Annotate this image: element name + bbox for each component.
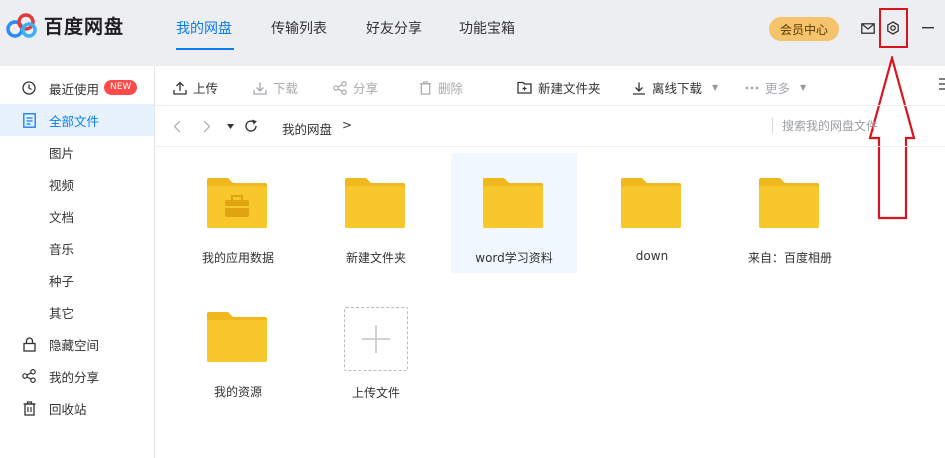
top-bar: 百度网盘 我的网盘 传输列表 好友分享 功能宝箱 会员中心 bbox=[0, 0, 945, 66]
sidebar-item-label: 种子 bbox=[49, 273, 75, 289]
chevron-down-icon: ▼ bbox=[800, 83, 807, 92]
sidebar-item-label: 音乐 bbox=[49, 241, 75, 257]
sidebar-item-label: 图片 bbox=[49, 145, 75, 161]
new-folder-label: 新建文件夹 bbox=[538, 81, 601, 96]
tab-transfer-list[interactable]: 传输列表 bbox=[271, 18, 327, 38]
tab-my-disk[interactable]: 我的网盘 bbox=[176, 18, 232, 38]
sidebar-item-label: 回收站 bbox=[49, 401, 87, 417]
share-label: 分享 bbox=[353, 81, 379, 96]
sidebar-item-music[interactable]: 音乐 bbox=[0, 232, 154, 264]
mail-icon[interactable] bbox=[859, 19, 877, 37]
download-button[interactable]: 下载 bbox=[253, 78, 298, 97]
highlight-box bbox=[879, 8, 908, 48]
file-tile[interactable]: word学习资料 bbox=[451, 153, 577, 273]
sidebar: 最近使用 NEW 全部文件 图片 视频 文档 音乐 种子 其它 隐藏空间 我的分… bbox=[0, 66, 155, 458]
upload-label: 上传 bbox=[193, 81, 219, 96]
more-icon bbox=[745, 86, 759, 89]
offline-download-label: 离线下载 bbox=[652, 81, 703, 96]
more-label: 更多 bbox=[765, 81, 791, 96]
forward-icon[interactable] bbox=[199, 118, 215, 134]
breadcrumb-separator: > bbox=[342, 118, 353, 132]
share-icon bbox=[20, 367, 38, 385]
delete-label: 删除 bbox=[438, 81, 464, 96]
offline-download-button[interactable]: 离线下载 ▼ bbox=[632, 78, 718, 97]
upload-file-label: 上传文件 bbox=[351, 386, 400, 400]
offline-download-icon bbox=[633, 82, 645, 95]
active-tab-indicator bbox=[176, 48, 234, 50]
file-name: 我的资源 bbox=[213, 385, 262, 399]
divider bbox=[772, 118, 773, 134]
sidebar-item-label: 文档 bbox=[49, 209, 75, 225]
sidebar-item-torrents[interactable]: 种子 bbox=[0, 264, 154, 296]
file-name: 新建文件夹 bbox=[345, 251, 406, 265]
sidebar-item-other[interactable]: 其它 bbox=[0, 296, 154, 328]
upload-file-tile[interactable] bbox=[344, 307, 408, 371]
clock-icon bbox=[20, 79, 38, 97]
sidebar-item-all-files[interactable]: 全部文件 bbox=[0, 104, 154, 136]
back-icon[interactable] bbox=[169, 118, 185, 134]
file-icon bbox=[20, 111, 38, 129]
sidebar-item-recycle-bin[interactable]: 回收站 bbox=[0, 392, 154, 424]
refresh-icon[interactable] bbox=[243, 118, 259, 134]
lock-icon bbox=[20, 335, 38, 353]
tab-friend-share[interactable]: 好友分享 bbox=[366, 18, 422, 38]
sidebar-item-label: 全部文件 bbox=[49, 113, 100, 129]
file-tile[interactable]: 来自：百度相册 bbox=[727, 153, 853, 273]
download-icon bbox=[253, 82, 267, 95]
file-name: down bbox=[635, 249, 669, 263]
file-tile[interactable]: 新建文件夹 bbox=[313, 153, 439, 273]
path-bar: 我的网盘 > bbox=[155, 106, 945, 147]
new-folder-icon bbox=[517, 81, 532, 94]
upload-icon bbox=[173, 81, 187, 95]
folder-icon bbox=[207, 312, 267, 362]
tab-toolbox[interactable]: 功能宝箱 bbox=[459, 18, 515, 38]
folder-icon bbox=[483, 178, 543, 228]
brand-name: 百度网盘 bbox=[44, 16, 125, 38]
sidebar-item-documents[interactable]: 文档 bbox=[0, 200, 154, 232]
vip-center-button[interactable]: 会员中心 bbox=[769, 17, 839, 41]
share-button[interactable]: 分享 bbox=[333, 78, 378, 97]
plus-icon bbox=[362, 325, 390, 353]
breadcrumb[interactable]: 我的网盘 bbox=[282, 119, 332, 138]
new-folder-button[interactable]: 新建文件夹 bbox=[517, 78, 601, 97]
search-input[interactable] bbox=[782, 115, 945, 137]
file-tile[interactable]: down bbox=[589, 153, 715, 273]
folder-icon bbox=[621, 178, 681, 228]
minimize-icon[interactable] bbox=[919, 19, 937, 37]
sidebar-item-label: 最近使用 bbox=[49, 81, 100, 97]
delete-button[interactable]: 删除 bbox=[419, 78, 463, 97]
sidebar-item-my-shares[interactable]: 我的分享 bbox=[0, 360, 154, 392]
share-icon bbox=[333, 80, 347, 95]
history-dropdown-icon[interactable] bbox=[222, 118, 238, 134]
more-button[interactable]: 更多 ▼ bbox=[745, 78, 806, 97]
folder-icon bbox=[759, 178, 819, 228]
baidu-cloud-logo-icon bbox=[6, 12, 37, 38]
toolbar: 上传 下载 分享 删除 新建文件夹 离线下载 ▼ 更多 ▼ bbox=[155, 66, 945, 106]
app-folder-icon bbox=[207, 178, 267, 228]
new-badge: NEW bbox=[104, 80, 138, 95]
sidebar-item-label: 隐藏空间 bbox=[49, 337, 100, 353]
trash-icon bbox=[20, 399, 38, 417]
logo: 百度网盘 bbox=[6, 12, 124, 39]
file-name: 来自：百度相册 bbox=[747, 251, 832, 265]
folder-icon bbox=[345, 178, 405, 228]
download-label: 下载 bbox=[273, 81, 299, 96]
file-name: 我的应用数据 bbox=[201, 251, 274, 265]
file-name: word学习资料 bbox=[475, 251, 553, 265]
sidebar-item-hidden-space[interactable]: 隐藏空间 bbox=[0, 328, 154, 360]
view-mode-icon[interactable] bbox=[939, 78, 945, 90]
file-tile[interactable]: 我的应用数据 bbox=[175, 153, 301, 273]
sidebar-item-label: 其它 bbox=[49, 305, 75, 321]
file-tile[interactable]: 我的资源 bbox=[175, 287, 301, 407]
sidebar-item-recent[interactable]: 最近使用 NEW bbox=[0, 72, 154, 104]
trash-icon bbox=[419, 80, 432, 95]
sidebar-item-label: 我的分享 bbox=[49, 369, 100, 385]
upload-button[interactable]: 上传 bbox=[173, 78, 218, 97]
app-window: 百度网盘 我的网盘 传输列表 好友分享 功能宝箱 会员中心 最近使用 NEW 全… bbox=[0, 0, 945, 458]
sidebar-item-images[interactable]: 图片 bbox=[0, 136, 154, 168]
sidebar-item-label: 视频 bbox=[49, 177, 75, 193]
sidebar-item-videos[interactable]: 视频 bbox=[0, 168, 154, 200]
chevron-down-icon[interactable]: ▼ bbox=[712, 83, 718, 92]
